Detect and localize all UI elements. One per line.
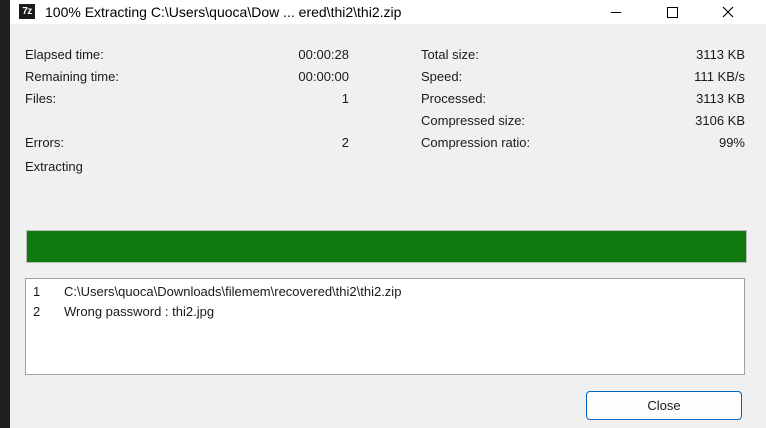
log-row-number: 1 [33,284,41,299]
compression-ratio-label: Compression ratio: [421,135,531,150]
close-window-button[interactable] [705,0,751,24]
extraction-dialog: 7z 100% Extracting C:\Users\quoca\Dow ..… [10,0,766,428]
elapsed-time-label: Elapsed time: [25,47,104,62]
log-row-message: C:\Users\quoca\Downloads\filemem\recover… [64,284,402,299]
compressed-size-label: Compressed size: [421,113,526,128]
7zip-app-icon: 7z [19,4,35,19]
total-size-label: Total size: [421,47,479,62]
speed-label: Speed: [421,69,463,84]
progress-bar [26,230,747,263]
compression-ratio-value: 99% [718,135,745,150]
elapsed-time-value: 00:00:28 [298,47,349,62]
remaining-time-label: Remaining time: [25,69,119,84]
errors-value: 2 [341,135,349,150]
files-label: Files: [25,91,57,106]
minimize-button[interactable] [593,0,639,24]
close-icon [722,6,734,18]
close-button[interactable]: Close [586,391,742,420]
background-editor-strip [0,0,10,428]
maximize-button[interactable] [649,0,695,24]
window-title: 100% Extracting C:\Users\quoca\Dow ... e… [45,4,402,20]
speed-value: 111 KB/s [694,69,745,84]
title-bar[interactable]: 7z 100% Extracting C:\Users\quoca\Dow ..… [10,0,766,24]
log-row-message: Wrong password : thi2.jpg [64,304,215,319]
message-log[interactable]: 1 C:\Users\quoca\Downloads\filemem\recov… [25,278,745,375]
remaining-time-value: 00:00:00 [298,69,349,84]
processed-label: Processed: [421,91,487,106]
compressed-size-value: 3106 KB [695,113,745,128]
files-value: 1 [341,91,349,106]
status-text: Extracting [25,159,83,174]
maximize-icon [666,6,678,18]
minimize-icon [611,11,621,13]
progress-fill [27,231,746,262]
total-size-value: 3113 KB [696,47,745,62]
processed-value: 3113 KB [696,91,745,106]
log-row-number: 2 [33,304,41,319]
errors-label: Errors: [25,135,64,150]
